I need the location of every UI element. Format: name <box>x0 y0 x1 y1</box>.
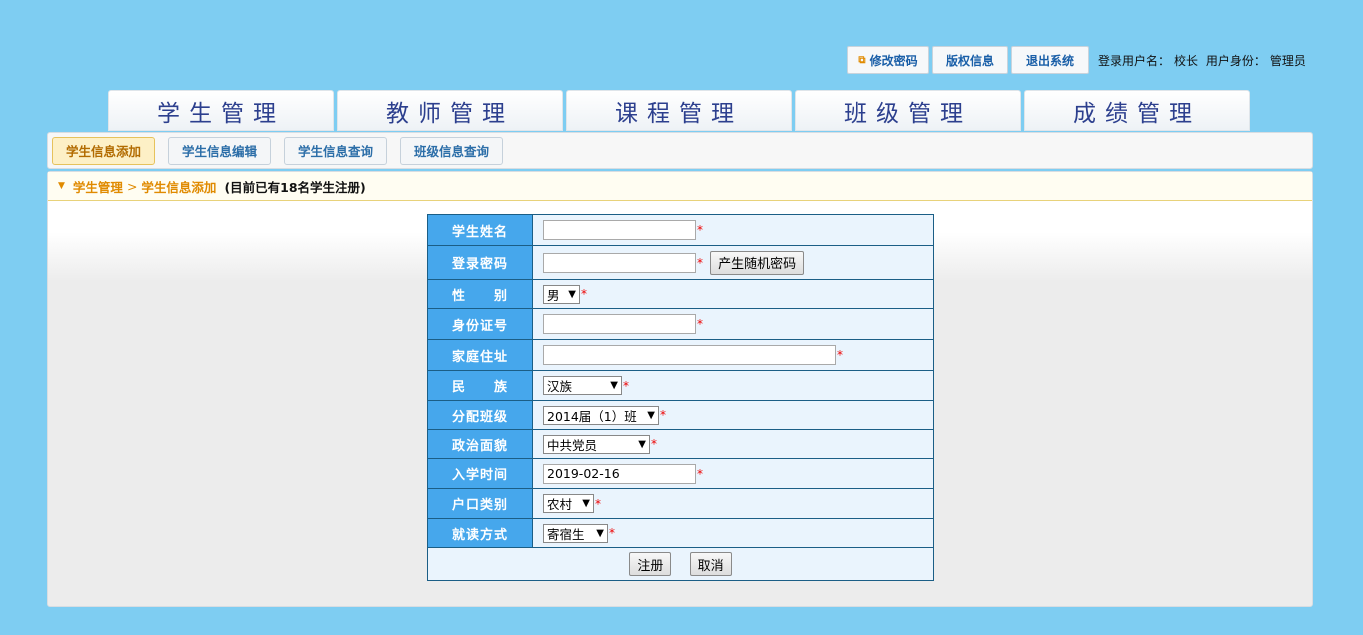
password-input[interactable] <box>543 252 696 273</box>
field-label-ethnicity: 民 族 <box>427 370 533 401</box>
role-label: 用户身份： <box>1205 53 1266 68</box>
form-row: 入学时间 2019-02-16 * <box>427 458 934 489</box>
random-password-button[interactable]: 产生随机密码 <box>710 250 805 275</box>
political-status-select[interactable]: 中共党员 ▼ <box>543 434 650 454</box>
nav-tab-teacher[interactable]: 教师管理 <box>337 90 563 131</box>
dropdown-arrow-icon: ▼ <box>610 380 618 391</box>
household-type-value: 农村 <box>547 497 573 512</box>
form-row: 户口类别 农村 ▼ * <box>427 488 934 519</box>
gender-select[interactable]: 男 ▼ <box>543 284 580 304</box>
content-panel: ▼ 学生管理 > 学生信息添加 (目前已有18名学生注册) 学生姓名 * 登录密… <box>47 171 1313 607</box>
required-mark: * <box>697 317 703 331</box>
role-value: 管理员 <box>1269 53 1306 68</box>
form-row: 身份证号 * <box>427 308 934 340</box>
form-row: 学生姓名 * <box>427 214 934 246</box>
form-row: 政治面貌 中共党员 ▼ * <box>427 429 934 459</box>
field-label-id-number: 身份证号 <box>427 308 533 340</box>
subtab-class-query[interactable]: 班级信息查询 <box>400 136 504 165</box>
enrollment-date-input[interactable]: 2019-02-16 <box>543 463 696 484</box>
subtab-student-edit[interactable]: 学生信息编辑 <box>168 136 272 165</box>
field-label-political-status: 政治面貌 <box>427 429 533 459</box>
form-row: 分配班级 2014届（1）班 ▼ * <box>427 400 934 430</box>
class-select[interactable]: 2014届（1）班 ▼ <box>543 405 659 425</box>
form-row: 就读方式 寄宿生 ▼ * <box>427 518 934 548</box>
id-number-input[interactable] <box>543 314 696 334</box>
field-label-gender: 性 别 <box>427 279 533 309</box>
cancel-button[interactable]: 取消 <box>689 552 732 576</box>
dropdown-arrow-icon: ▼ <box>568 288 576 300</box>
ethnicity-select[interactable]: 汉族 ▼ <box>543 376 622 395</box>
form-row: 登录密码 * 产生随机密码 <box>427 245 934 280</box>
field-label-password: 登录密码 <box>427 245 533 280</box>
form-row: 性 别 男 ▼ * <box>427 279 934 309</box>
logout-button[interactable]: 退出系统 <box>1011 46 1089 74</box>
nav-tab-student[interactable]: 学生管理 <box>108 90 334 131</box>
field-label-address: 家庭住址 <box>427 339 533 371</box>
class-value: 2014届（1）班 <box>547 408 637 424</box>
study-mode-value: 寄宿生 <box>547 526 585 542</box>
required-mark: * <box>837 348 843 362</box>
required-mark: * <box>581 287 587 301</box>
user-info: 登录用户名： 校长 用户身份： 管理员 <box>1098 52 1310 69</box>
required-mark: * <box>697 466 703 481</box>
required-mark: * <box>623 378 629 393</box>
political-status-value: 中共党员 <box>547 437 598 453</box>
field-label-enrollment-date: 入学时间 <box>427 458 533 489</box>
subtab-student-query[interactable]: 学生信息查询 <box>284 136 388 165</box>
nav-tab-course[interactable]: 课程管理 <box>566 90 792 131</box>
register-button[interactable]: 注册 <box>629 552 672 576</box>
student-add-form: 学生姓名 * 登录密码 * 产生随机密码 性 别 男 ▼ * 身份证号 * 家庭住 <box>427 214 934 581</box>
form-row: 民 族 汉族 ▼ * <box>427 370 934 401</box>
required-mark: * <box>660 408 666 422</box>
field-label-household-type: 户口类别 <box>427 488 533 519</box>
dropdown-arrow-icon: ▼ <box>582 498 590 509</box>
nav-tab-class[interactable]: 班级管理 <box>795 90 1021 131</box>
field-label-study-mode: 就读方式 <box>427 518 533 548</box>
nav-tab-score[interactable]: 成绩管理 <box>1024 90 1250 131</box>
field-label-name: 学生姓名 <box>427 214 533 246</box>
required-mark: * <box>697 255 703 270</box>
form-row: 家庭住址 * <box>427 339 934 371</box>
dropdown-arrow-icon: ▼ <box>638 438 646 450</box>
external-window-icon: ⧉ <box>858 54 866 66</box>
breadcrumb-separator: > <box>126 178 138 194</box>
main-nav: 学生管理 教师管理 课程管理 班级管理 成绩管理 <box>108 90 1253 131</box>
dropdown-arrow-icon: ▼ <box>596 527 604 539</box>
field-label-class: 分配班级 <box>427 400 533 430</box>
copyright-button[interactable]: 版权信息 <box>932 46 1008 74</box>
breadcrumb-section[interactable]: 学生管理 <box>73 177 123 196</box>
registered-count-note: (目前已有18名学生注册) <box>224 179 366 195</box>
change-password-label: 修改密码 <box>869 53 918 68</box>
dropdown-arrow-icon: ▼ <box>647 409 655 421</box>
top-toolbar: ⧉ 修改密码 版权信息 退出系统 登录用户名： 校长 用户身份： 管理员 <box>847 46 1310 74</box>
username-value: 校长 <box>1174 53 1199 68</box>
triangle-down-icon: ▼ <box>58 181 65 191</box>
student-name-input[interactable] <box>543 220 696 240</box>
address-input[interactable] <box>543 345 836 365</box>
gender-value: 男 <box>547 287 560 303</box>
study-mode-select[interactable]: 寄宿生 ▼ <box>543 523 608 543</box>
ethnicity-value: 汉族 <box>547 379 573 394</box>
subtab-student-add[interactable]: 学生信息添加 <box>52 136 156 165</box>
breadcrumb-page[interactable]: 学生信息添加 <box>141 177 216 196</box>
household-type-select[interactable]: 农村 ▼ <box>543 494 594 513</box>
required-mark: * <box>595 496 601 511</box>
username-label: 登录用户名： <box>1098 53 1171 68</box>
required-mark: * <box>697 223 703 237</box>
form-actions-row: 注册 取消 <box>427 547 934 581</box>
sub-nav: 学生信息添加 学生信息编辑 学生信息查询 班级信息查询 <box>47 132 1313 169</box>
breadcrumb: ▼ 学生管理 > 学生信息添加 (目前已有18名学生注册) <box>48 172 1312 201</box>
required-mark: * <box>609 526 615 540</box>
change-password-button[interactable]: ⧉ 修改密码 <box>847 46 929 74</box>
required-mark: * <box>651 437 657 451</box>
